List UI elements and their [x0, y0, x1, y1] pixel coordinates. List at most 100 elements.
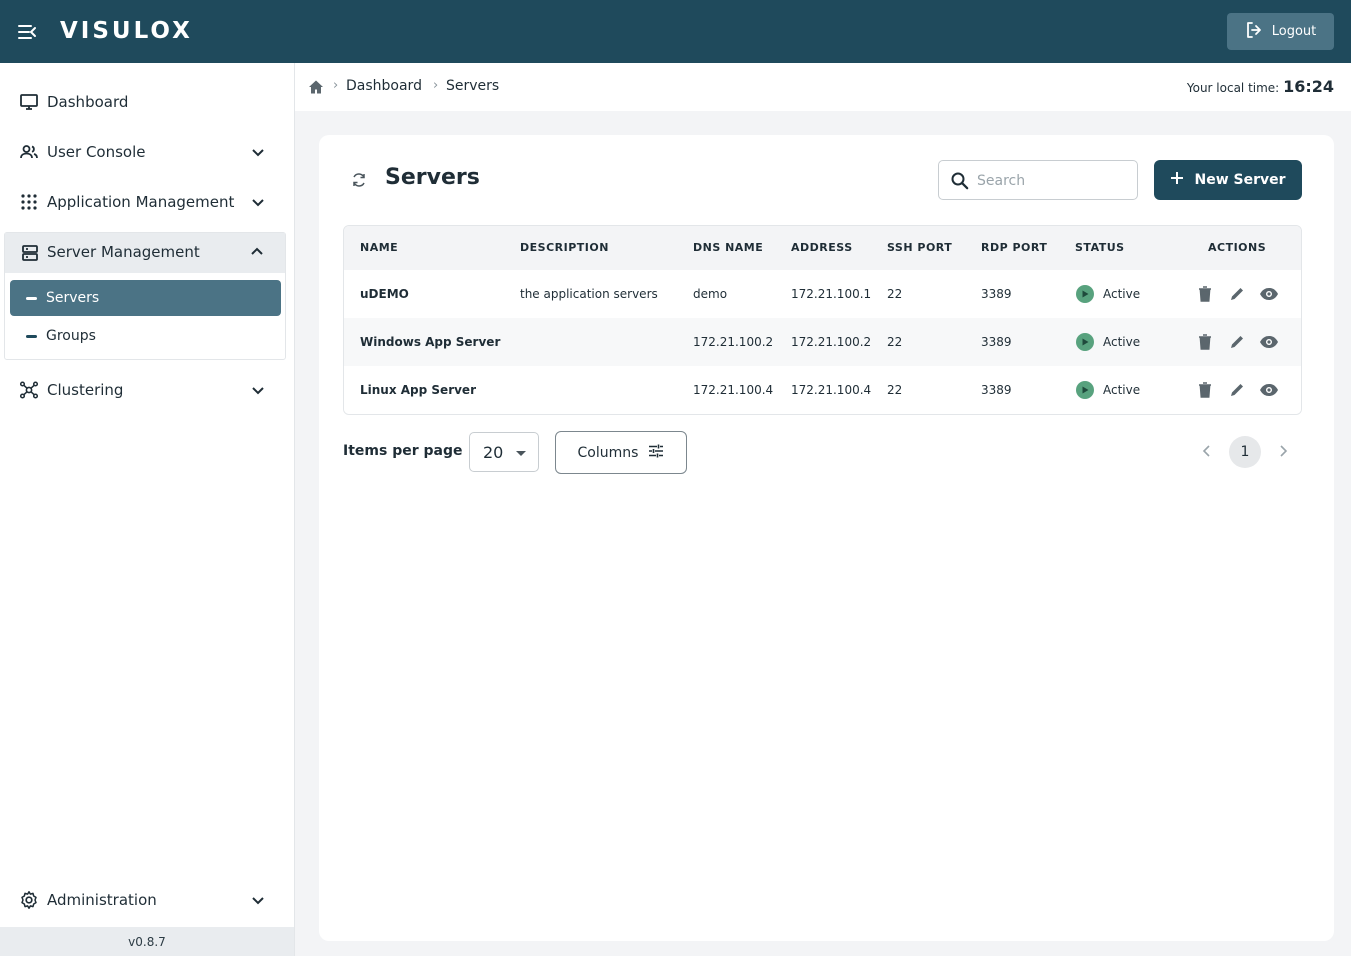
sidebar-item-server-management[interactable]: Server Management — [5, 233, 285, 273]
cell-rdp-port: 3389 — [981, 287, 1012, 301]
table-row[interactable]: Windows App Server 172.21.100.2 172.21.1… — [344, 318, 1301, 366]
cell-rdp-port: 3389 — [981, 383, 1012, 397]
version-label: v0.8.7 — [0, 927, 294, 956]
column-header-actions: ACTIONS — [1208, 241, 1267, 254]
status-badge: Active — [1076, 381, 1140, 399]
edit-icon[interactable] — [1227, 380, 1247, 400]
apps-grid-icon — [19, 192, 39, 212]
column-header-ssh-port[interactable]: SSH PORT — [887, 241, 952, 254]
logout-label: Logout — [1271, 24, 1317, 39]
sidebar-subitem-label: Servers — [46, 290, 100, 306]
page-title: Servers — [385, 165, 480, 190]
sidebar-item-administration[interactable]: Administration — [0, 875, 294, 925]
cell-dns-name: demo — [693, 287, 728, 301]
search-field[interactable] — [938, 160, 1138, 200]
dash-icon — [26, 334, 37, 338]
table-header: NAME DESCRIPTION DNS NAME ADDRESS SSH PO… — [344, 226, 1301, 270]
top-bar: VISULOX Logout — [0, 0, 1351, 63]
sidebar-item-label: Application Management — [47, 193, 235, 211]
new-server-label: New Server — [1194, 172, 1286, 188]
breadcrumb-servers: Servers — [446, 78, 500, 94]
servers-table: NAME DESCRIPTION DNS NAME ADDRESS SSH PO… — [343, 225, 1302, 415]
prev-page-icon[interactable] — [1197, 441, 1217, 461]
table-row[interactable]: Linux App Server 172.21.100.4 172.21.100… — [344, 366, 1301, 414]
caret-down-icon — [516, 451, 526, 456]
chevron-down-icon — [249, 891, 267, 909]
sidebar-item-dashboard[interactable]: Dashboard — [0, 77, 294, 127]
breadcrumb-dashboard[interactable]: Dashboard — [346, 78, 422, 94]
column-header-rdp-port[interactable]: RDP PORT — [981, 241, 1047, 254]
table-row[interactable]: uDEMO the application servers demo 172.2… — [344, 270, 1301, 318]
cell-ssh-port: 22 — [887, 335, 903, 349]
column-header-dns-name[interactable]: DNS NAME — [693, 241, 763, 254]
local-time-value: 16:24 — [1283, 77, 1334, 96]
play-circle-icon — [1076, 285, 1094, 303]
logout-icon — [1245, 21, 1263, 43]
users-icon — [19, 142, 39, 162]
dash-icon — [26, 296, 37, 300]
cell-name: uDEMO — [360, 287, 409, 301]
logout-button[interactable]: Logout — [1227, 13, 1334, 50]
monitor-icon — [19, 92, 39, 112]
cell-address: 172.21.100.4 — [791, 383, 872, 397]
view-icon[interactable] — [1259, 284, 1279, 304]
chevron-down-icon — [249, 381, 267, 399]
new-server-button[interactable]: New Server — [1154, 160, 1302, 200]
sidebar-subitem-label: Groups — [46, 328, 96, 344]
cluster-icon — [19, 380, 39, 400]
sidebar-item-label: Dashboard — [47, 93, 129, 111]
status-label: Active — [1103, 383, 1141, 397]
brand-name: VISULOX — [60, 18, 193, 44]
cell-address: 172.21.100.1 — [791, 287, 872, 301]
server-icon — [20, 243, 40, 263]
status-label: Active — [1103, 287, 1141, 301]
cell-description: the application servers — [520, 287, 658, 301]
sidebar: Dashboard User Console Application Manag… — [0, 63, 295, 956]
view-icon[interactable] — [1259, 332, 1279, 352]
page-button-current[interactable]: 1 — [1229, 436, 1261, 468]
columns-button[interactable]: Columns — [555, 431, 687, 474]
play-circle-icon — [1076, 381, 1094, 399]
items-per-page-select[interactable]: 20 — [469, 432, 539, 472]
search-input[interactable] — [977, 169, 1127, 193]
cell-name: Linux App Server — [360, 383, 476, 397]
sidebar-subitem-servers[interactable]: Servers — [10, 280, 281, 316]
delete-icon[interactable] — [1195, 284, 1215, 304]
home-icon[interactable] — [308, 79, 324, 95]
chevron-up-icon — [250, 244, 268, 262]
chevron-down-icon — [249, 143, 267, 161]
view-icon[interactable] — [1259, 380, 1279, 400]
sidebar-item-label: Server Management — [47, 243, 200, 261]
column-header-name[interactable]: NAME — [360, 241, 398, 254]
chevron-down-icon — [249, 193, 267, 211]
sidebar-subitem-groups[interactable]: Groups — [10, 318, 281, 354]
status-label: Active — [1103, 335, 1141, 349]
cell-dns-name: 172.21.100.4 — [693, 383, 774, 397]
delete-icon[interactable] — [1195, 380, 1215, 400]
tune-icon — [648, 444, 664, 462]
next-page-icon[interactable] — [1273, 441, 1293, 461]
sidebar-item-clustering[interactable]: Clustering — [0, 365, 294, 415]
column-header-address[interactable]: ADDRESS — [791, 241, 853, 254]
sidebar-item-user-console[interactable]: User Console — [0, 127, 294, 177]
refresh-icon[interactable] — [350, 171, 368, 189]
sidebar-item-application-management[interactable]: Application Management — [0, 177, 294, 227]
items-per-page-label: Items per page — [343, 443, 463, 459]
cell-rdp-port: 3389 — [981, 335, 1012, 349]
breadcrumb-separator: › — [433, 78, 439, 93]
column-header-description[interactable]: DESCRIPTION — [520, 241, 609, 254]
delete-icon[interactable] — [1195, 332, 1215, 352]
gear-icon — [19, 890, 39, 910]
column-header-status[interactable]: STATUS — [1075, 241, 1125, 254]
brand-logo[interactable]: VISULOX — [60, 17, 193, 45]
local-time: Your local time: 16:24 — [1187, 77, 1334, 96]
status-badge: Active — [1076, 333, 1140, 351]
items-per-page-value: 20 — [483, 443, 504, 462]
play-circle-icon — [1076, 333, 1094, 351]
cell-ssh-port: 22 — [887, 287, 903, 301]
edit-icon[interactable] — [1227, 284, 1247, 304]
status-badge: Active — [1076, 285, 1140, 303]
local-time-label: Your local time: — [1186, 81, 1280, 95]
edit-icon[interactable] — [1227, 332, 1247, 352]
menu-collapse-icon[interactable] — [16, 21, 38, 43]
